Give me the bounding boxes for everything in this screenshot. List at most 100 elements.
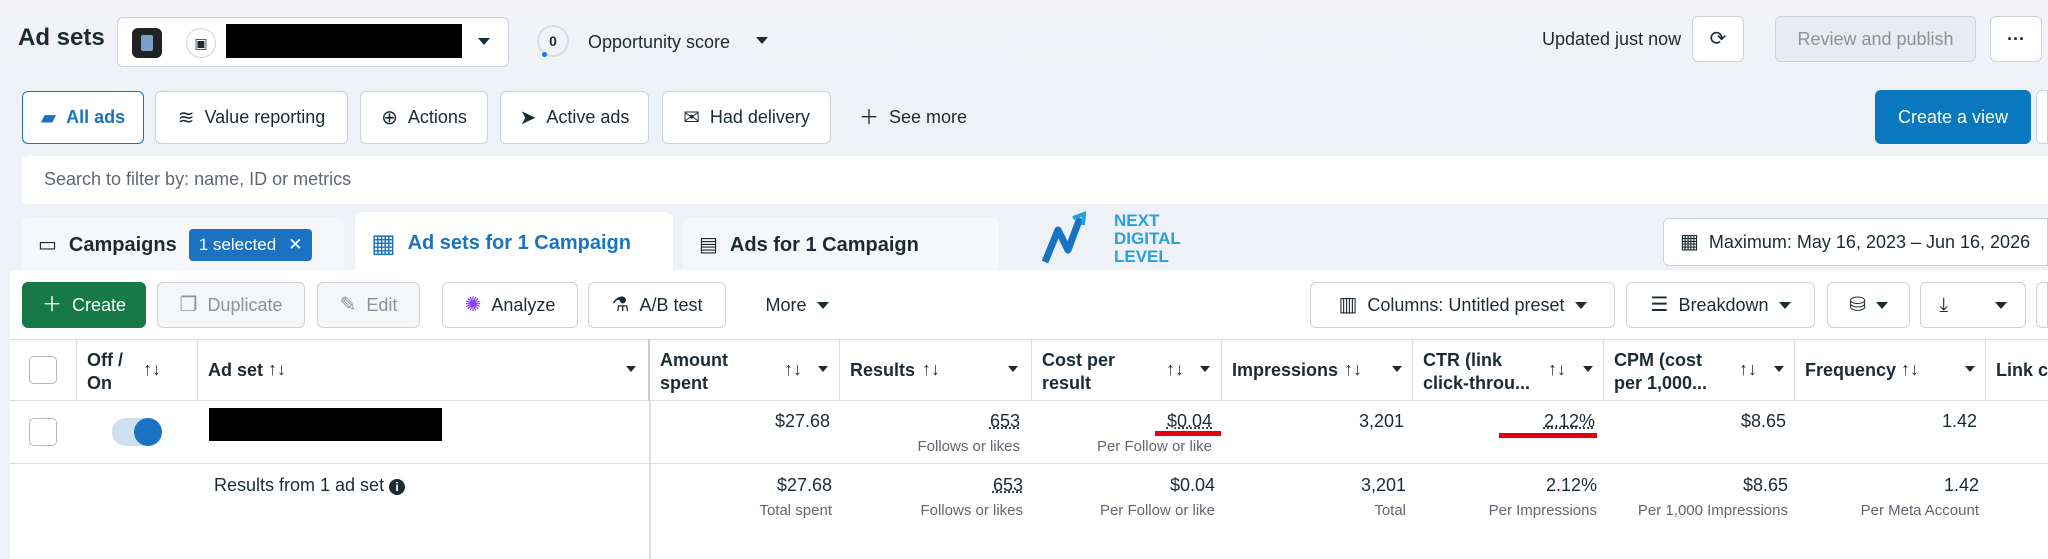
summary-cost: $0.04: [1169, 475, 1215, 495]
highlight-underline: [1155, 431, 1221, 436]
cell-frequency: 1.42: [1941, 411, 1977, 431]
chevron-down-icon: [1875, 301, 1888, 309]
breakdown-dropdown[interactable]: ☰ Breakdown: [1626, 282, 1815, 328]
opportunity-score-label[interactable]: Opportunity score: [588, 32, 730, 53]
search-input[interactable]: Search to filter by: name, ID or metrics: [44, 169, 351, 190]
column-cost-per-result[interactable]: Cost per result ↑↓: [1032, 339, 1222, 401]
redacted-account-name: [226, 24, 462, 58]
column-adset[interactable]: Ad set ↑↓: [198, 339, 650, 401]
cell-results[interactable]: 653: [840, 411, 1020, 432]
ab-test-button[interactable]: ⚗ A/B test: [588, 282, 726, 328]
review-publish-button[interactable]: Review and publish: [1775, 16, 1976, 62]
sort-icon[interactable]: ↑↓: [1739, 359, 1757, 380]
column-frequency[interactable]: Frequency ↑↓: [1795, 339, 1986, 401]
more-dropdown[interactable]: More: [744, 282, 850, 328]
business-icon: ▣: [186, 28, 216, 58]
more-options-button[interactable]: ···: [1990, 16, 2042, 62]
summary-results[interactable]: 653: [840, 475, 1023, 496]
redacted-adset-name[interactable]: [209, 408, 442, 441]
cell-ctr[interactable]: 2.12%: [1413, 411, 1595, 432]
chevron-down-icon[interactable]: [756, 37, 768, 44]
column-ctr[interactable]: CTR (link click-throu... ↑↓: [1413, 339, 1604, 401]
tab-campaigns[interactable]: ▭ Campaigns 1 selected ✕: [22, 217, 344, 273]
pencil-icon: ✎: [339, 294, 357, 316]
tab-ads[interactable]: ▤ Ads for 1 Campaign: [683, 217, 999, 273]
columns-icon: ▥: [1338, 294, 1358, 316]
chevron-down-icon[interactable]: [818, 366, 828, 372]
column-link[interactable]: Link c: [1986, 339, 2048, 401]
account-avatar-icon: [132, 28, 162, 58]
create-view-more-button[interactable]: [2036, 90, 2048, 144]
summary-results-sub: Follows or likes: [920, 502, 1023, 519]
chevron-down-icon: [1778, 301, 1791, 309]
summary-cpm-sub: Per 1,000 Impressions: [1637, 502, 1788, 519]
column-amount-spent[interactable]: Amount spent ↑↓: [650, 339, 840, 401]
sort-icon[interactable]: ↑↓: [784, 359, 802, 380]
columns-dropdown[interactable]: ▥ Columns: Untitled preset: [1310, 282, 1615, 328]
sort-icon[interactable]: ↑↓: [143, 359, 161, 380]
calendar-icon: ▦: [1680, 231, 1699, 253]
create-view-button[interactable]: Create a view: [1875, 90, 2031, 144]
sort-icon[interactable]: ↑↓: [1166, 359, 1184, 380]
view-active-ads[interactable]: ➤ Active ads: [500, 91, 649, 144]
opportunity-dot-icon: [542, 52, 547, 57]
column-offon[interactable]: Off / On ↑↓: [76, 339, 198, 401]
chevron-down-icon[interactable]: [1008, 366, 1018, 372]
chevron-down-icon[interactable]: [1200, 366, 1210, 372]
breakdown-icon: ☰: [1650, 294, 1669, 316]
sort-icon[interactable]: ↑↓: [268, 359, 286, 380]
summary-cost-sub: Per Follow or like: [1099, 502, 1215, 519]
chevron-down-icon[interactable]: [1965, 366, 1975, 372]
summary-amount-sub: Total spent: [759, 502, 832, 519]
sort-icon[interactable]: ↑↓: [1344, 359, 1362, 380]
duplicate-icon: ❐: [179, 294, 198, 316]
duplicate-button[interactable]: ❐ Duplicate: [157, 282, 305, 328]
summary-impressions-sub: Total: [1374, 502, 1406, 519]
envelope-open-icon: ✉: [683, 106, 700, 129]
close-icon[interactable]: ✕: [288, 235, 302, 255]
account-selector[interactable]: ▣: [117, 17, 509, 67]
see-more-button[interactable]: ＋ See more: [848, 91, 978, 144]
download-icon: ⤓: [1939, 294, 1949, 316]
view-all-ads[interactable]: ▰ All ads: [22, 91, 144, 144]
cell-cpm: $8.65: [1740, 411, 1786, 431]
toolbar-more-button[interactable]: [2036, 282, 2048, 328]
summary-impressions: 3,201: [1360, 475, 1406, 495]
campaign-icon: ▭: [38, 234, 57, 256]
coins-icon: ≋: [177, 106, 195, 129]
plus-icon: ＋: [41, 294, 62, 316]
row-checkbox[interactable]: [29, 418, 57, 446]
edit-button[interactable]: ✎ Edit: [317, 282, 420, 328]
column-results[interactable]: Results ↑↓: [840, 339, 1032, 401]
search-filter[interactable]: Search to filter by: name, ID or metrics: [22, 156, 2048, 204]
chevron-down-icon: [478, 38, 490, 45]
selected-badge[interactable]: 1 selected ✕: [188, 229, 313, 261]
ad-icon: ▤: [699, 234, 718, 256]
column-impressions[interactable]: Impressions ↑↓: [1222, 339, 1413, 401]
tab-adsets[interactable]: ▦ Ad sets for 1 Campaign: [355, 212, 673, 274]
create-button[interactable]: ＋ Create: [22, 282, 146, 328]
info-icon[interactable]: i: [389, 479, 406, 495]
reports-dropdown[interactable]: ⛁: [1827, 282, 1910, 328]
view-actions[interactable]: ⊕ Actions: [360, 91, 488, 144]
select-all-checkbox[interactable]: [29, 356, 57, 384]
date-range-picker[interactable]: ▦ Maximum: May 16, 2023 – Jun 16, 2026: [1663, 218, 2048, 266]
folder-icon: ▰: [40, 106, 57, 129]
chevron-down-icon: [1994, 301, 2007, 309]
chevron-down-icon[interactable]: [1392, 366, 1402, 372]
chevron-down-icon[interactable]: [626, 366, 636, 372]
sort-icon[interactable]: ↑↓: [1548, 359, 1566, 380]
sort-icon[interactable]: ↑↓: [922, 359, 940, 380]
arrow-up-circle-icon: ⊕: [381, 106, 398, 129]
chevron-down-icon[interactable]: [1583, 366, 1593, 372]
adset-toggle[interactable]: [112, 418, 162, 446]
column-cpm[interactable]: CPM (cost per 1,000... ↑↓: [1604, 339, 1795, 401]
cell-cost-per-result[interactable]: $0.04: [1032, 411, 1212, 432]
refresh-button[interactable]: ⟳: [1692, 16, 1744, 62]
sort-icon[interactable]: ↑↓: [1901, 359, 1919, 380]
view-value-reporting[interactable]: ≋ Value reporting: [155, 91, 348, 144]
chevron-down-icon[interactable]: [1774, 366, 1784, 372]
view-had-delivery[interactable]: ✉ Had delivery: [662, 91, 831, 144]
export-dropdown[interactable]: ⤓: [1920, 282, 2026, 328]
analyze-button[interactable]: ✺ Analyze: [442, 282, 578, 328]
